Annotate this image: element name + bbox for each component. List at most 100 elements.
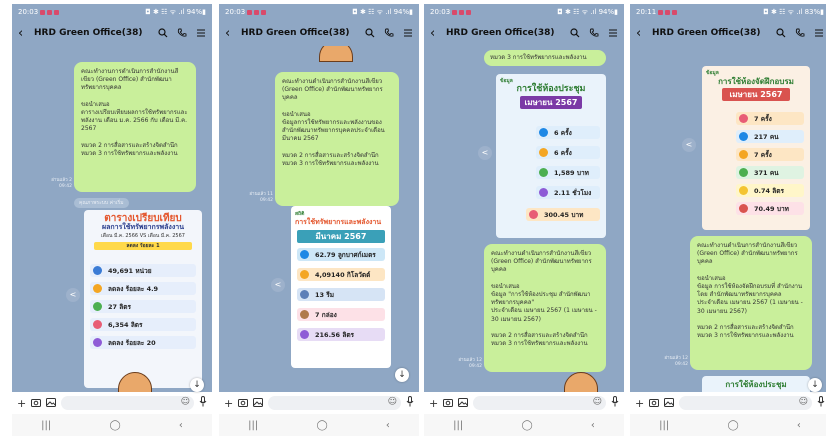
stat-row: 6 ครั้ง bbox=[536, 126, 600, 139]
system-nav-bar: ||| ◯ ‹ bbox=[424, 414, 624, 436]
message-bubble: คณะทำงานการดำเนินการสำนักงานสีเขียว (Gre… bbox=[74, 62, 196, 192]
search-icon[interactable] bbox=[365, 28, 375, 38]
poster-subtitle: ผลการใช้ทรัพยากรพลังงาน bbox=[102, 223, 184, 231]
emoji-icon[interactable]: ☺ bbox=[799, 397, 808, 407]
nav-back-icon[interactable]: ‹ bbox=[179, 420, 183, 431]
gallery-icon[interactable] bbox=[253, 397, 264, 410]
message-timestamp: อ่านแล้ว 2 09:42 bbox=[51, 178, 72, 189]
message-input[interactable]: ☺ bbox=[61, 396, 194, 410]
chat-header: ‹ HRD Green Office(38) bbox=[630, 20, 826, 46]
message-timestamp: อ่านแล้ว 12 09:42 bbox=[458, 358, 482, 369]
phone-screen-3: 20:03 ◘ ✱ ☷ ᯤ .ıl 94%▮ ‹ HRD Green Offic… bbox=[424, 4, 624, 436]
poster-image[interactable]: ตารางเปรียบเทียบ ผลการใช้ทรัพยากรพลังงาน… bbox=[84, 210, 202, 388]
camera-icon[interactable] bbox=[443, 397, 454, 410]
mic-icon[interactable] bbox=[406, 396, 414, 410]
nav-recent-icon[interactable]: ||| bbox=[659, 420, 669, 431]
menu-icon[interactable] bbox=[403, 28, 413, 38]
phone-screen-2: 20:03 ◘ ✱ ☷ ᯤ .ıl 94%▮ ‹ HRD Green Offic… bbox=[219, 4, 419, 436]
message-input[interactable]: ☺ bbox=[268, 396, 401, 410]
nav-recent-icon[interactable]: ||| bbox=[248, 420, 258, 431]
stat-row: 6,354 ลิตร bbox=[90, 318, 196, 331]
stat-row: 300.45 บาท bbox=[526, 208, 600, 221]
message-input[interactable]: ☺ bbox=[473, 396, 606, 410]
menu-icon[interactable] bbox=[608, 28, 618, 38]
message-bubble: คณะทำงานดำเนินการสำนักงานสีเขียว (Green … bbox=[690, 236, 812, 370]
nav-home-icon[interactable]: ◯ bbox=[727, 420, 738, 431]
chat-area[interactable]: คณะทำงานดำเนินการสำนักงานสีเขียว (Green … bbox=[219, 46, 419, 392]
search-icon[interactable] bbox=[776, 28, 786, 38]
message-input[interactable]: ☺ bbox=[679, 396, 812, 410]
phone-icon[interactable] bbox=[177, 28, 187, 38]
nav-recent-icon[interactable]: ||| bbox=[453, 420, 463, 431]
plus-icon[interactable]: + bbox=[429, 397, 438, 410]
nav-back-icon[interactable]: ‹ bbox=[386, 420, 390, 431]
phone-icon[interactable] bbox=[589, 28, 599, 38]
scroll-down-button[interactable]: ↓ bbox=[190, 378, 204, 392]
stat-row: 7 ครั้ง bbox=[736, 148, 804, 161]
plus-icon[interactable]: + bbox=[224, 397, 233, 410]
plus-icon[interactable]: + bbox=[17, 397, 26, 410]
camera-icon[interactable] bbox=[31, 397, 42, 410]
scroll-down-button[interactable]: ↓ bbox=[395, 368, 409, 382]
status-time: 20:03 bbox=[225, 8, 246, 16]
nav-home-icon[interactable]: ◯ bbox=[109, 420, 120, 431]
mic-icon[interactable] bbox=[611, 396, 619, 410]
poster-title: การใช้ห้องประชุม bbox=[725, 380, 787, 389]
share-icon[interactable]: < bbox=[271, 278, 285, 292]
back-icon[interactable]: ‹ bbox=[636, 26, 648, 41]
nav-back-icon[interactable]: ‹ bbox=[591, 420, 595, 431]
stat-row: 1,589 บาท bbox=[536, 166, 600, 179]
chat-area[interactable]: < ข้อมูล การใช้ห้องจัดฝึกอบรม เมษายน 256… bbox=[630, 46, 826, 392]
mic-icon[interactable] bbox=[817, 396, 825, 410]
search-icon[interactable] bbox=[570, 28, 580, 38]
poster-image[interactable]: ข้อมูล การใช้ห้องจัดฝึกอบรม เมษายน 2567 … bbox=[702, 66, 810, 230]
plus-icon[interactable]: + bbox=[635, 397, 644, 410]
share-icon[interactable]: < bbox=[66, 288, 80, 302]
camera-icon[interactable] bbox=[649, 397, 660, 410]
menu-icon[interactable] bbox=[814, 28, 824, 38]
gallery-icon[interactable] bbox=[664, 397, 675, 410]
back-icon[interactable]: ‹ bbox=[18, 26, 30, 41]
share-icon[interactable]: < bbox=[682, 138, 696, 152]
nav-back-icon[interactable]: ‹ bbox=[797, 420, 801, 431]
stat-row: 371 คน bbox=[736, 166, 804, 179]
phone-icon[interactable] bbox=[795, 28, 805, 38]
emoji-icon[interactable]: ☺ bbox=[388, 397, 397, 407]
gallery-icon[interactable] bbox=[458, 397, 469, 410]
status-indicators: ◘ ✱ ☷ ᯤ .ıl 94%▮ bbox=[145, 7, 206, 16]
back-icon[interactable]: ‹ bbox=[225, 26, 237, 41]
nav-home-icon[interactable]: ◯ bbox=[316, 420, 327, 431]
chat-area[interactable]: หมวด 3 การใช้ทรัพยากรและพลังงาน < ข้อมูล… bbox=[424, 46, 624, 392]
mic-icon[interactable] bbox=[199, 396, 207, 410]
sticker-image[interactable] bbox=[319, 46, 353, 62]
camera-icon[interactable] bbox=[238, 397, 249, 410]
emoji-icon[interactable]: ☺ bbox=[593, 397, 602, 407]
back-icon[interactable]: ‹ bbox=[430, 26, 442, 41]
poster-subtitle: การใช้ทรัพยากรและพลังงาน bbox=[295, 218, 382, 226]
emoji-icon[interactable]: ☺ bbox=[181, 397, 190, 407]
stat-row: ลดลง ร้อยละ 4.9 bbox=[90, 282, 196, 295]
nav-home-icon[interactable]: ◯ bbox=[521, 420, 532, 431]
share-icon[interactable]: < bbox=[478, 146, 492, 160]
stat-row: 217 คน bbox=[736, 130, 804, 143]
poster-image[interactable]: ข้อมูล การใช้ห้องประชุม เมษายน 2567 6 คร… bbox=[496, 74, 606, 238]
poster-period: เมษายน 2567 bbox=[520, 96, 582, 109]
poster-subtitle: ข้อมูล bbox=[706, 70, 719, 76]
poster-image[interactable]: สถิติ การใช้ทรัพยากรและพลังงาน มีนาคม 25… bbox=[291, 206, 391, 368]
chat-area[interactable]: คณะทำงานการดำเนินการสำนักงานสีเขียว (Gre… bbox=[12, 46, 212, 392]
stat-row: 13 รีม bbox=[297, 288, 385, 301]
search-icon[interactable] bbox=[158, 28, 168, 38]
phone-icon[interactable] bbox=[384, 28, 394, 38]
chat-title: HRD Green Office(38) bbox=[652, 28, 761, 38]
stat-row: 2.11 ชั่วโมง bbox=[536, 186, 600, 199]
scroll-down-button[interactable]: ↓ bbox=[808, 378, 822, 392]
sticker-image[interactable] bbox=[564, 372, 598, 392]
gallery-icon[interactable] bbox=[46, 397, 57, 410]
poster-image[interactable]: การใช้ห้องประชุม bbox=[702, 376, 810, 392]
stat-row: 6 ครั้ง bbox=[536, 146, 600, 159]
phone-screen-4: 20:11 ◘ ✱ ☷ ᯤ .ıl 83%▮ ‹ HRD Green Offic… bbox=[630, 4, 826, 436]
menu-icon[interactable] bbox=[196, 28, 206, 38]
poster-summary: ลดลง ร้อยละ 1 bbox=[94, 242, 192, 250]
chat-header: ‹ HRD Green Office(38) bbox=[12, 20, 212, 46]
nav-recent-icon[interactable]: ||| bbox=[41, 420, 51, 431]
